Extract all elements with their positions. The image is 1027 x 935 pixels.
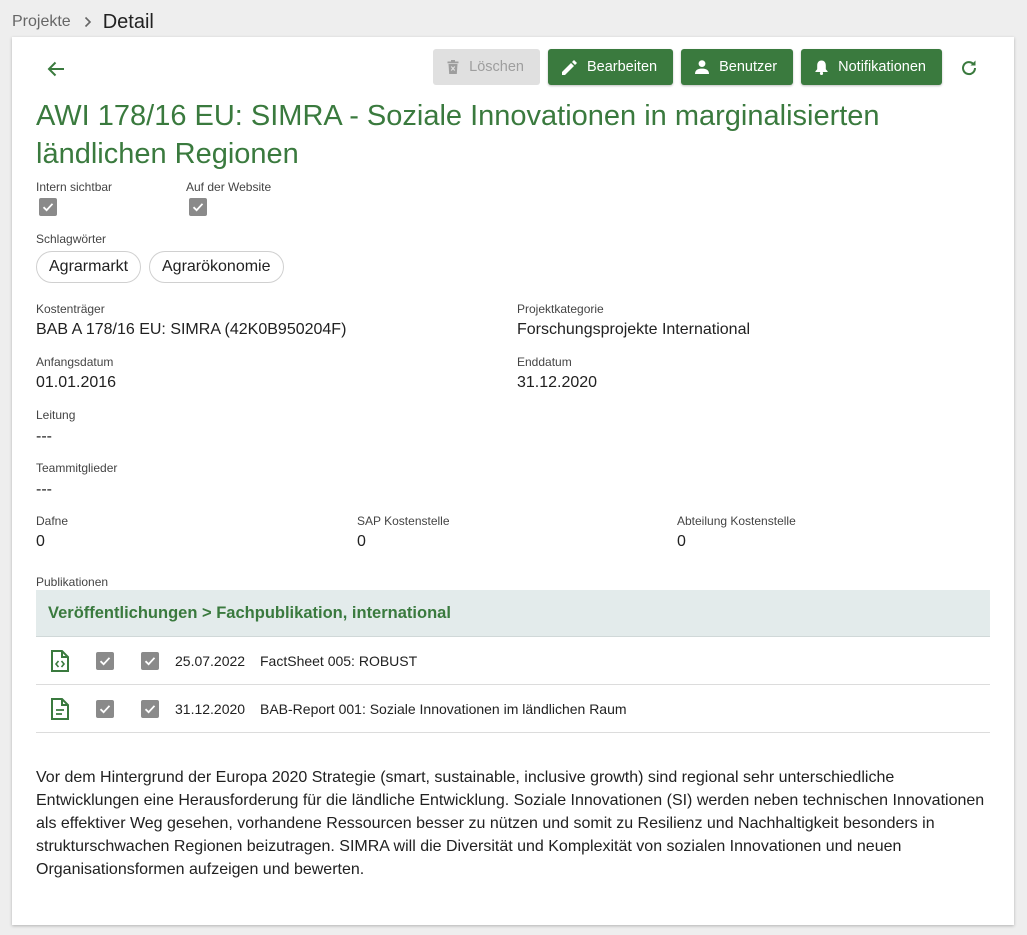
delete-button-label: Löschen <box>469 59 524 75</box>
cost-unit-label: Kostenträger <box>36 302 105 316</box>
check-icon <box>192 203 204 212</box>
toolbar: Löschen Bearbeiten Benutzer Notifikation… <box>433 49 942 85</box>
dafne-value: 0 <box>36 533 45 550</box>
lead-label: Leitung <box>36 408 76 422</box>
category-value: Forschungsprojekte International <box>517 321 751 338</box>
table-row: 25.07.2022 FactSheet 005: ROBUST <box>36 637 990 685</box>
intern-visible-checkbox[interactable] <box>39 198 57 216</box>
breadcrumb-projekte-link[interactable]: Projekte <box>12 13 71 31</box>
lead-value: --- <box>36 428 52 445</box>
notifications-button[interactable]: Notifikationen <box>801 49 942 85</box>
category-label: Projektkategorie <box>517 302 604 316</box>
keywords-label: Schlagwörter <box>36 232 107 246</box>
edit-button[interactable]: Bearbeiten <box>547 49 674 85</box>
breadcrumb: Projekte Detail <box>12 11 154 33</box>
team-value: --- <box>36 481 52 498</box>
check-icon <box>42 203 54 212</box>
publication-date: 31.12.2020 <box>175 701 246 717</box>
dafne-label: Dafne <box>36 514 69 528</box>
on-website-checkbox[interactable] <box>189 198 207 216</box>
breadcrumb-current: Detail <box>102 10 154 33</box>
page-title: AWI 178/16 EU: SIMRA - Soziale Innovatio… <box>36 100 880 170</box>
check-icon <box>99 657 111 666</box>
users-button[interactable]: Benutzer <box>681 49 794 85</box>
chevron-right-icon <box>83 16 93 28</box>
publication-title[interactable]: BAB-Report 001: Soziale Innovationen im … <box>260 701 627 717</box>
users-button-label: Benutzer <box>719 59 778 75</box>
file-code-icon[interactable] <box>51 650 69 677</box>
pencil-icon <box>561 59 577 75</box>
table-row: 31.12.2020 BAB-Report 001: Soziale Innov… <box>36 685 990 733</box>
keyword-chip[interactable]: Agrarmarkt <box>36 251 141 283</box>
on-website-label: Auf der Website <box>186 180 272 194</box>
publications-label: Publikationen <box>36 575 109 589</box>
team-label: Teammitglieder <box>36 461 118 475</box>
intern-visible-label: Intern sichtbar <box>36 180 113 194</box>
keyword-chip[interactable]: Agrarökonomie <box>149 251 284 283</box>
detail-card: Löschen Bearbeiten Benutzer Notifikation… <box>12 37 1014 925</box>
trash-icon <box>447 60 459 74</box>
publication-checkbox-2[interactable] <box>141 700 159 718</box>
publication-title[interactable]: FactSheet 005: ROBUST <box>260 653 417 669</box>
check-icon <box>99 705 111 714</box>
delete-button[interactable]: Löschen <box>433 49 540 85</box>
dept-cost-center-value: 0 <box>677 533 686 550</box>
publication-checkbox-2[interactable] <box>141 652 159 670</box>
edit-button-label: Bearbeiten <box>586 59 658 75</box>
publications-group-header: Veröffentlichungen > Fachpublikation, in… <box>36 590 990 637</box>
sap-cost-center-label: SAP Kostenstelle <box>357 514 450 528</box>
refresh-icon[interactable] <box>954 53 984 83</box>
dept-cost-center-label: Abteilung Kostenstelle <box>677 514 796 528</box>
back-arrow-icon[interactable] <box>42 55 70 83</box>
publication-checkbox-1[interactable] <box>96 700 114 718</box>
publication-checkbox-1[interactable] <box>96 652 114 670</box>
person-icon <box>695 60 710 74</box>
end-date-value: 31.12.2020 <box>517 374 598 391</box>
start-date-value: 01.01.2016 <box>36 374 117 391</box>
sap-cost-center-value: 0 <box>357 533 366 550</box>
start-date-label: Anfangsdatum <box>36 355 114 369</box>
check-icon <box>144 705 156 714</box>
notifications-button-label: Notifikationen <box>838 59 926 75</box>
project-description: Vor dem Hintergrund der Europa 2020 Stra… <box>36 769 985 878</box>
bell-icon <box>815 60 828 75</box>
end-date-label: Enddatum <box>517 355 572 369</box>
file-document-icon[interactable] <box>51 698 69 725</box>
check-icon <box>144 657 156 666</box>
cost-unit-value: BAB A 178/16 EU: SIMRA (42K0B950204F) <box>36 321 347 338</box>
publication-date: 25.07.2022 <box>175 653 246 669</box>
